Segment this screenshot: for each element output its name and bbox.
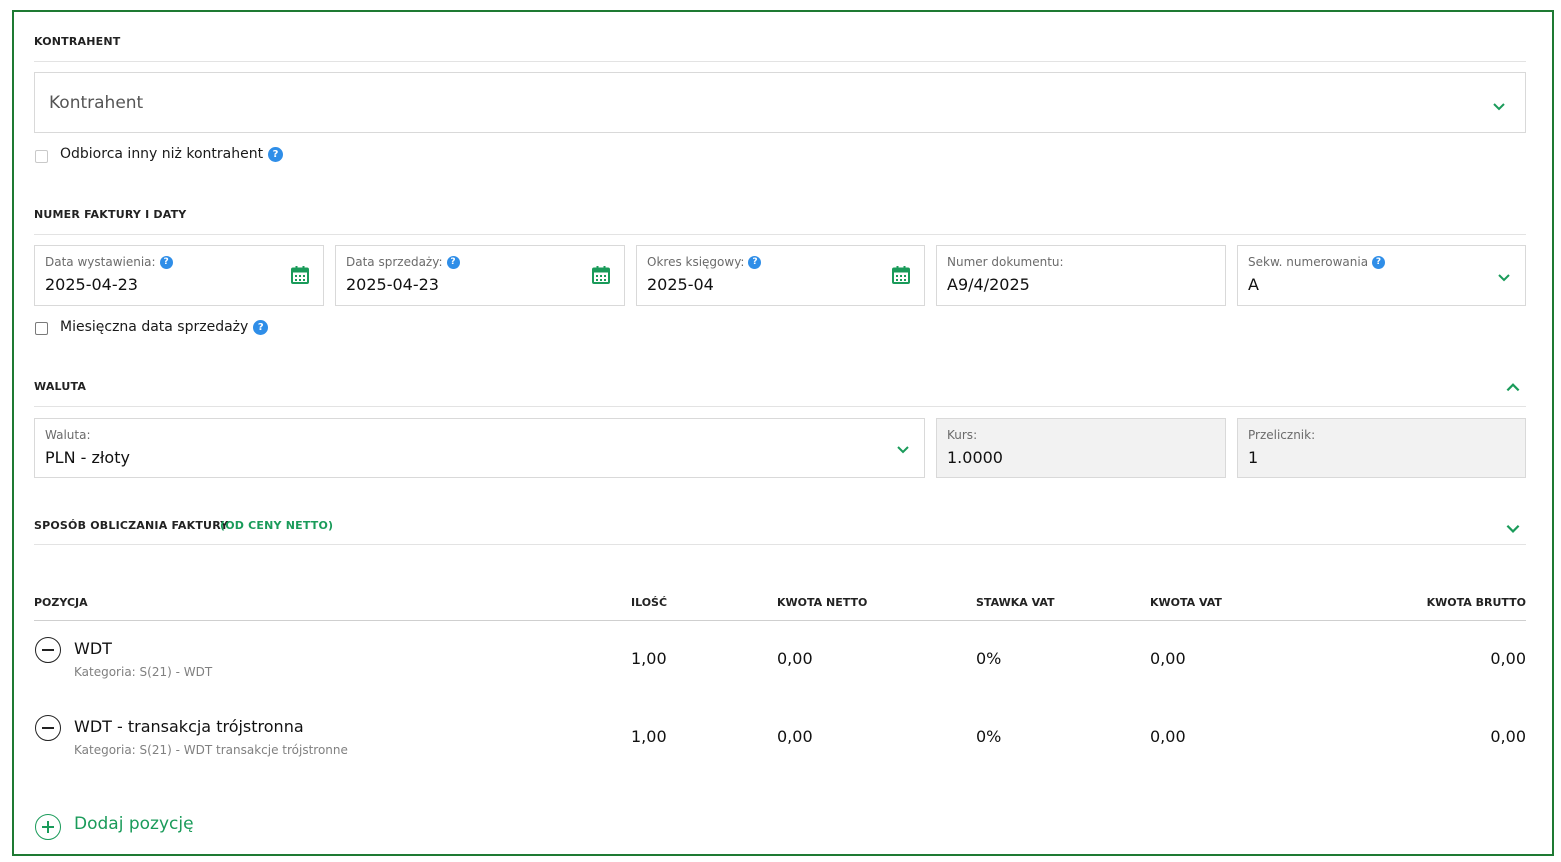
section-title-calc: SPOSÓB OBLICZANIA FAKTURY <box>34 519 229 532</box>
rate-field: Kurs: 1.0000 <box>936 418 1226 478</box>
section-title-numer: NUMER FAKTURY I DATY <box>34 208 187 221</box>
item-net[interactable]: 0,00 <box>777 727 813 746</box>
converter-value: 1 <box>1248 448 1259 467</box>
currency-select[interactable]: Waluta: PLN - złoty <box>34 418 925 478</box>
sale-date-label-row: Data sprzedaży:? <box>346 255 460 269</box>
item-vat: 0,00 <box>1150 649 1186 668</box>
sequence-label: Sekw. numerowania <box>1248 255 1369 269</box>
col-header-position: POZYCJA <box>34 596 88 609</box>
issue-date-label: Data wystawienia: <box>45 255 156 269</box>
help-icon[interactable]: ? <box>446 255 460 269</box>
divider <box>34 620 1526 621</box>
recipient-checkbox-label: Odbiorca inny niż kontrahent <box>60 146 264 162</box>
sale-date-field[interactable]: Data sprzedaży:? 2025-04-23 <box>335 245 625 306</box>
doc-number-value: A9/4/2025 <box>947 275 1030 294</box>
item-vat-rate[interactable]: 0% <box>976 649 1001 668</box>
calendar-icon[interactable] <box>591 265 611 285</box>
item-qty[interactable]: 1,00 <box>631 649 667 668</box>
currency-label: Waluta: <box>45 428 91 442</box>
calc-mode: (OD CENY NETTO) <box>220 519 334 532</box>
item-category: Kategoria: S(21) - WDT <box>74 665 213 679</box>
calendar-icon[interactable] <box>891 265 911 285</box>
section-title-kontrahent: KONTRAHENT <box>34 35 121 48</box>
help-icon[interactable]: ? <box>268 146 284 162</box>
kontrahent-select[interactable]: Kontrahent <box>34 72 1526 133</box>
issue-date-label-row: Data wystawienia:? <box>45 255 173 269</box>
chevron-down-icon[interactable] <box>1504 519 1522 537</box>
col-header-qty: ILOŚĆ <box>631 596 668 609</box>
recipient-checkbox[interactable] <box>35 150 48 163</box>
col-header-vat: KWOTA VAT <box>1150 596 1222 609</box>
item-net[interactable]: 0,00 <box>777 649 813 668</box>
issue-date-value: 2025-04-23 <box>45 275 138 294</box>
sale-date-label: Data sprzedaży: <box>346 255 443 269</box>
sequence-select[interactable]: Sekw. numerowania? A <box>1237 245 1526 306</box>
monthly-date-label: Miesięczna data sprzedaży <box>60 319 249 335</box>
item-category: Kategoria: S(21) - WDT transakcje trójst… <box>74 743 348 757</box>
currency-value: PLN - złoty <box>45 448 130 467</box>
col-header-vat-rate: STAWKA VAT <box>976 596 1055 609</box>
chevron-down-icon <box>897 446 909 454</box>
add-position-button[interactable]: Dodaj pozycję <box>74 814 194 834</box>
divider <box>34 234 1526 235</box>
item-gross: 0,00 <box>1490 649 1526 668</box>
help-icon[interactable]: ? <box>748 255 762 269</box>
rate-value: 1.0000 <box>947 448 1003 467</box>
sale-date-value: 2025-04-23 <box>346 275 439 294</box>
period-value: 2025-04 <box>647 275 714 294</box>
period-label-row: Okres księgowy:? <box>647 255 762 269</box>
calendar-icon[interactable] <box>290 265 310 285</box>
item-name: WDT - transakcja trójstronna <box>74 717 304 736</box>
item-qty[interactable]: 1,00 <box>631 727 667 746</box>
period-field[interactable]: Okres księgowy:? 2025-04 <box>636 245 925 306</box>
kontrahent-placeholder: Kontrahent <box>49 93 144 113</box>
period-label: Okres księgowy: <box>647 255 745 269</box>
item-vat: 0,00 <box>1150 727 1186 746</box>
rate-label: Kurs: <box>947 428 978 442</box>
sequence-label-row: Sekw. numerowania? <box>1248 255 1386 269</box>
chevron-down-icon <box>1493 103 1505 111</box>
converter-field: Przelicznik: 1 <box>1237 418 1526 478</box>
col-header-gross: KWOTA BRUTTO <box>1426 596 1526 609</box>
add-icon[interactable] <box>35 814 61 840</box>
monthly-date-checkbox[interactable] <box>35 322 48 335</box>
help-icon[interactable]: ? <box>159 255 173 269</box>
item-name: WDT <box>74 639 112 658</box>
recipient-checkbox-row: Odbiorca inny niż kontrahent ? <box>60 146 284 162</box>
section-title-waluta: WALUTA <box>34 380 87 393</box>
help-icon[interactable]: ? <box>1372 255 1386 269</box>
remove-row-icon[interactable] <box>35 637 61 663</box>
remove-row-icon[interactable] <box>35 715 61 741</box>
doc-number-label: Numer dokumentu: <box>947 255 1064 269</box>
divider <box>34 406 1526 407</box>
divider <box>34 544 1526 545</box>
issue-date-field[interactable]: Data wystawienia:? 2025-04-23 <box>34 245 324 306</box>
help-icon[interactable]: ? <box>253 319 269 335</box>
sequence-value: A <box>1248 275 1259 294</box>
chevron-up-icon[interactable] <box>1504 378 1522 396</box>
item-vat-rate[interactable]: 0% <box>976 727 1001 746</box>
divider <box>34 61 1526 62</box>
converter-label: Przelicznik: <box>1248 428 1316 442</box>
chevron-down-icon <box>1498 274 1510 282</box>
doc-number-field[interactable]: Numer dokumentu: A9/4/2025 <box>936 245 1226 306</box>
col-header-net: KWOTA NETTO <box>777 596 868 609</box>
item-gross: 0,00 <box>1490 727 1526 746</box>
monthly-date-row: Miesięczna data sprzedaży ? <box>60 319 269 335</box>
